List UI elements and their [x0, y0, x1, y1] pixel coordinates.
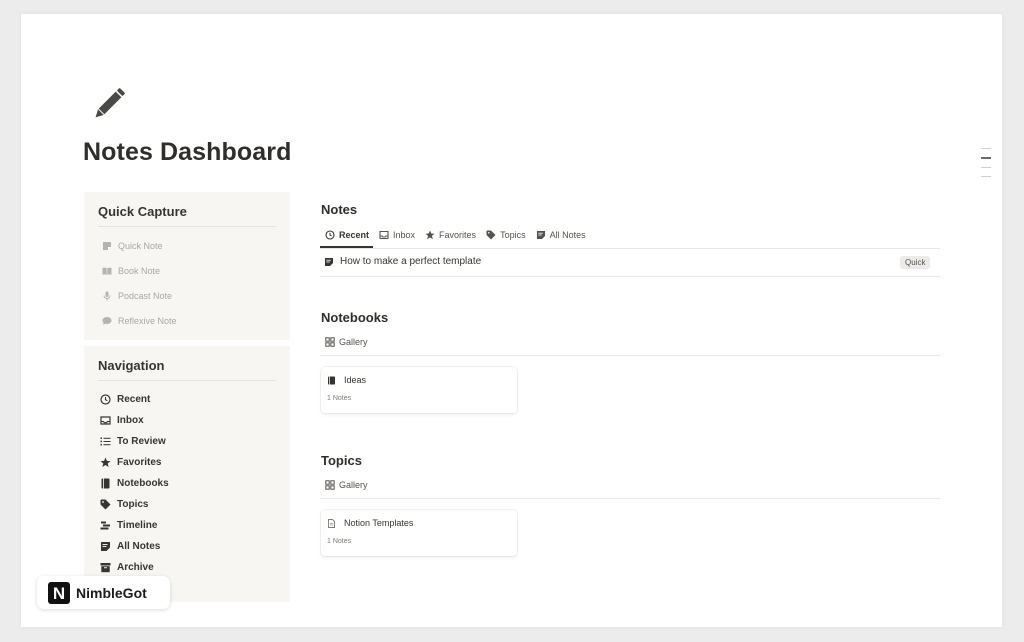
quick-capture-title: Quick Capture	[98, 204, 276, 227]
gallery-icon	[325, 337, 335, 347]
microphone-icon	[103, 291, 111, 300]
nav-item-to-review[interactable]: To Review	[100, 431, 290, 452]
nav-item-label: Recent	[117, 394, 151, 405]
star-icon	[100, 457, 111, 467]
notebooks-view-tabs: Gallery	[325, 333, 378, 351]
tab-label: Gallery	[339, 337, 368, 347]
chat-bubble-icon	[102, 316, 112, 325]
nav-item-label: Inbox	[117, 415, 144, 426]
quick-note-label: Quick Note	[118, 240, 163, 251]
list-icon	[100, 437, 111, 446]
note-icon	[101, 542, 110, 551]
nav-item-all-notes[interactable]: All Notes	[100, 536, 290, 557]
document-icon	[328, 518, 335, 528]
tab-label: Recent	[339, 230, 370, 240]
notes-section-title: Notes	[321, 202, 358, 217]
note-row-divider	[320, 276, 940, 277]
card-count: 1 Notes	[327, 395, 352, 402]
table-of-contents-indicator[interactable]	[981, 148, 991, 185]
brand-logo-letter: N	[53, 584, 65, 603]
inbox-icon	[379, 230, 389, 240]
nav-item-label: Topics	[117, 499, 149, 510]
reflexive-note-label: Reflexive Note	[118, 315, 177, 326]
tab-recent[interactable]: Recent	[325, 226, 369, 244]
card-title: Notion Templates	[327, 518, 413, 528]
podcast-note-button[interactable]: Podcast Note	[102, 283, 290, 308]
tag-icon	[486, 230, 496, 240]
card-title-text: Ideas	[344, 375, 367, 385]
card-title: Ideas	[327, 375, 366, 385]
notes-divider	[320, 248, 940, 249]
note-row[interactable]: How to make a perfect template	[324, 256, 481, 267]
note-icon	[103, 241, 111, 250]
nav-item-recent[interactable]: Recent	[100, 389, 290, 410]
notes-view-tabs: Recent Inbox Favorites Topics All Notes	[325, 226, 596, 244]
note-icon	[325, 257, 333, 266]
notebook-icon	[328, 376, 335, 384]
topics-section-title: Topics	[321, 453, 362, 468]
tab-inbox[interactable]: Inbox	[379, 226, 415, 244]
tab-gallery[interactable]: Gallery	[325, 476, 368, 494]
tab-label: Topics	[500, 230, 526, 240]
book-note-button[interactable]: Book Note	[102, 258, 290, 283]
nav-item-notebooks[interactable]: Notebooks	[100, 473, 290, 494]
nav-item-label: Notebooks	[117, 478, 169, 489]
page-title: Notes Dashboard	[83, 138, 292, 166]
note-tag: Quick	[900, 256, 931, 269]
topics-divider	[320, 498, 940, 499]
nav-item-archive[interactable]: Archive	[100, 557, 290, 578]
brand-badge: N NimbleGot	[37, 576, 170, 609]
notebooks-divider	[320, 355, 940, 356]
nav-item-label: All Notes	[117, 541, 161, 552]
timeline-icon	[100, 521, 110, 530]
brand-name: NimbleGot	[76, 584, 147, 601]
note-icon	[536, 231, 545, 239]
navigation-panel: Navigation Recent Inbox To Review Favori…	[84, 346, 290, 602]
card-count: 1 Notes	[327, 538, 352, 545]
notebook-icon	[101, 478, 110, 489]
nav-item-topics[interactable]: Topics	[100, 494, 290, 515]
quick-note-button[interactable]: Quick Note	[102, 233, 290, 258]
notebook-card[interactable]: Ideas 1 Notes	[321, 367, 517, 413]
nav-item-timeline[interactable]: Timeline	[100, 515, 290, 536]
tab-label: All Notes	[549, 230, 586, 240]
star-icon	[425, 230, 435, 240]
quick-capture-panel: Quick Capture Quick Note Book Note Podca…	[84, 192, 290, 340]
tab-label: Inbox	[393, 230, 416, 240]
nav-item-inbox[interactable]: Inbox	[100, 410, 290, 431]
tab-label: Favorites	[439, 230, 477, 240]
podcast-note-label: Podcast Note	[118, 290, 173, 301]
card-title-text: Notion Templates	[344, 518, 414, 528]
clock-icon	[100, 394, 111, 405]
tab-label: Gallery	[339, 480, 368, 490]
book-open-icon	[102, 267, 112, 275]
reflexive-note-button[interactable]: Reflexive Note	[102, 308, 290, 333]
navigation-title: Navigation	[98, 358, 276, 381]
brand-logo-icon: N	[48, 581, 70, 604]
pencil-icon[interactable]	[87, 82, 131, 126]
note-title: How to make a perfect template	[340, 256, 482, 267]
tab-gallery[interactable]: Gallery	[325, 333, 368, 351]
tab-favorites[interactable]: Favorites	[425, 226, 476, 244]
topic-card[interactable]: Notion Templates 1 Notes	[321, 510, 517, 556]
tag-icon	[100, 499, 111, 510]
tab-all-notes[interactable]: All Notes	[536, 226, 586, 244]
nav-item-label: Archive	[117, 562, 154, 573]
notebooks-section-title: Notebooks	[321, 310, 389, 325]
nav-item-label: Timeline	[117, 520, 158, 531]
notes-dashboard-page: Notes Dashboard Quick Capture Quick Note…	[21, 14, 1002, 627]
gallery-icon	[325, 480, 335, 490]
inbox-icon	[100, 416, 111, 425]
topics-view-tabs: Gallery	[325, 476, 378, 494]
nav-item-favorites[interactable]: Favorites	[100, 452, 290, 473]
tab-topics[interactable]: Topics	[486, 226, 526, 244]
clock-icon	[325, 230, 335, 240]
archive-icon	[100, 563, 111, 573]
book-note-label: Book Note	[118, 265, 161, 276]
nav-item-label: To Review	[117, 436, 166, 447]
nav-item-label: Favorites	[117, 457, 162, 468]
